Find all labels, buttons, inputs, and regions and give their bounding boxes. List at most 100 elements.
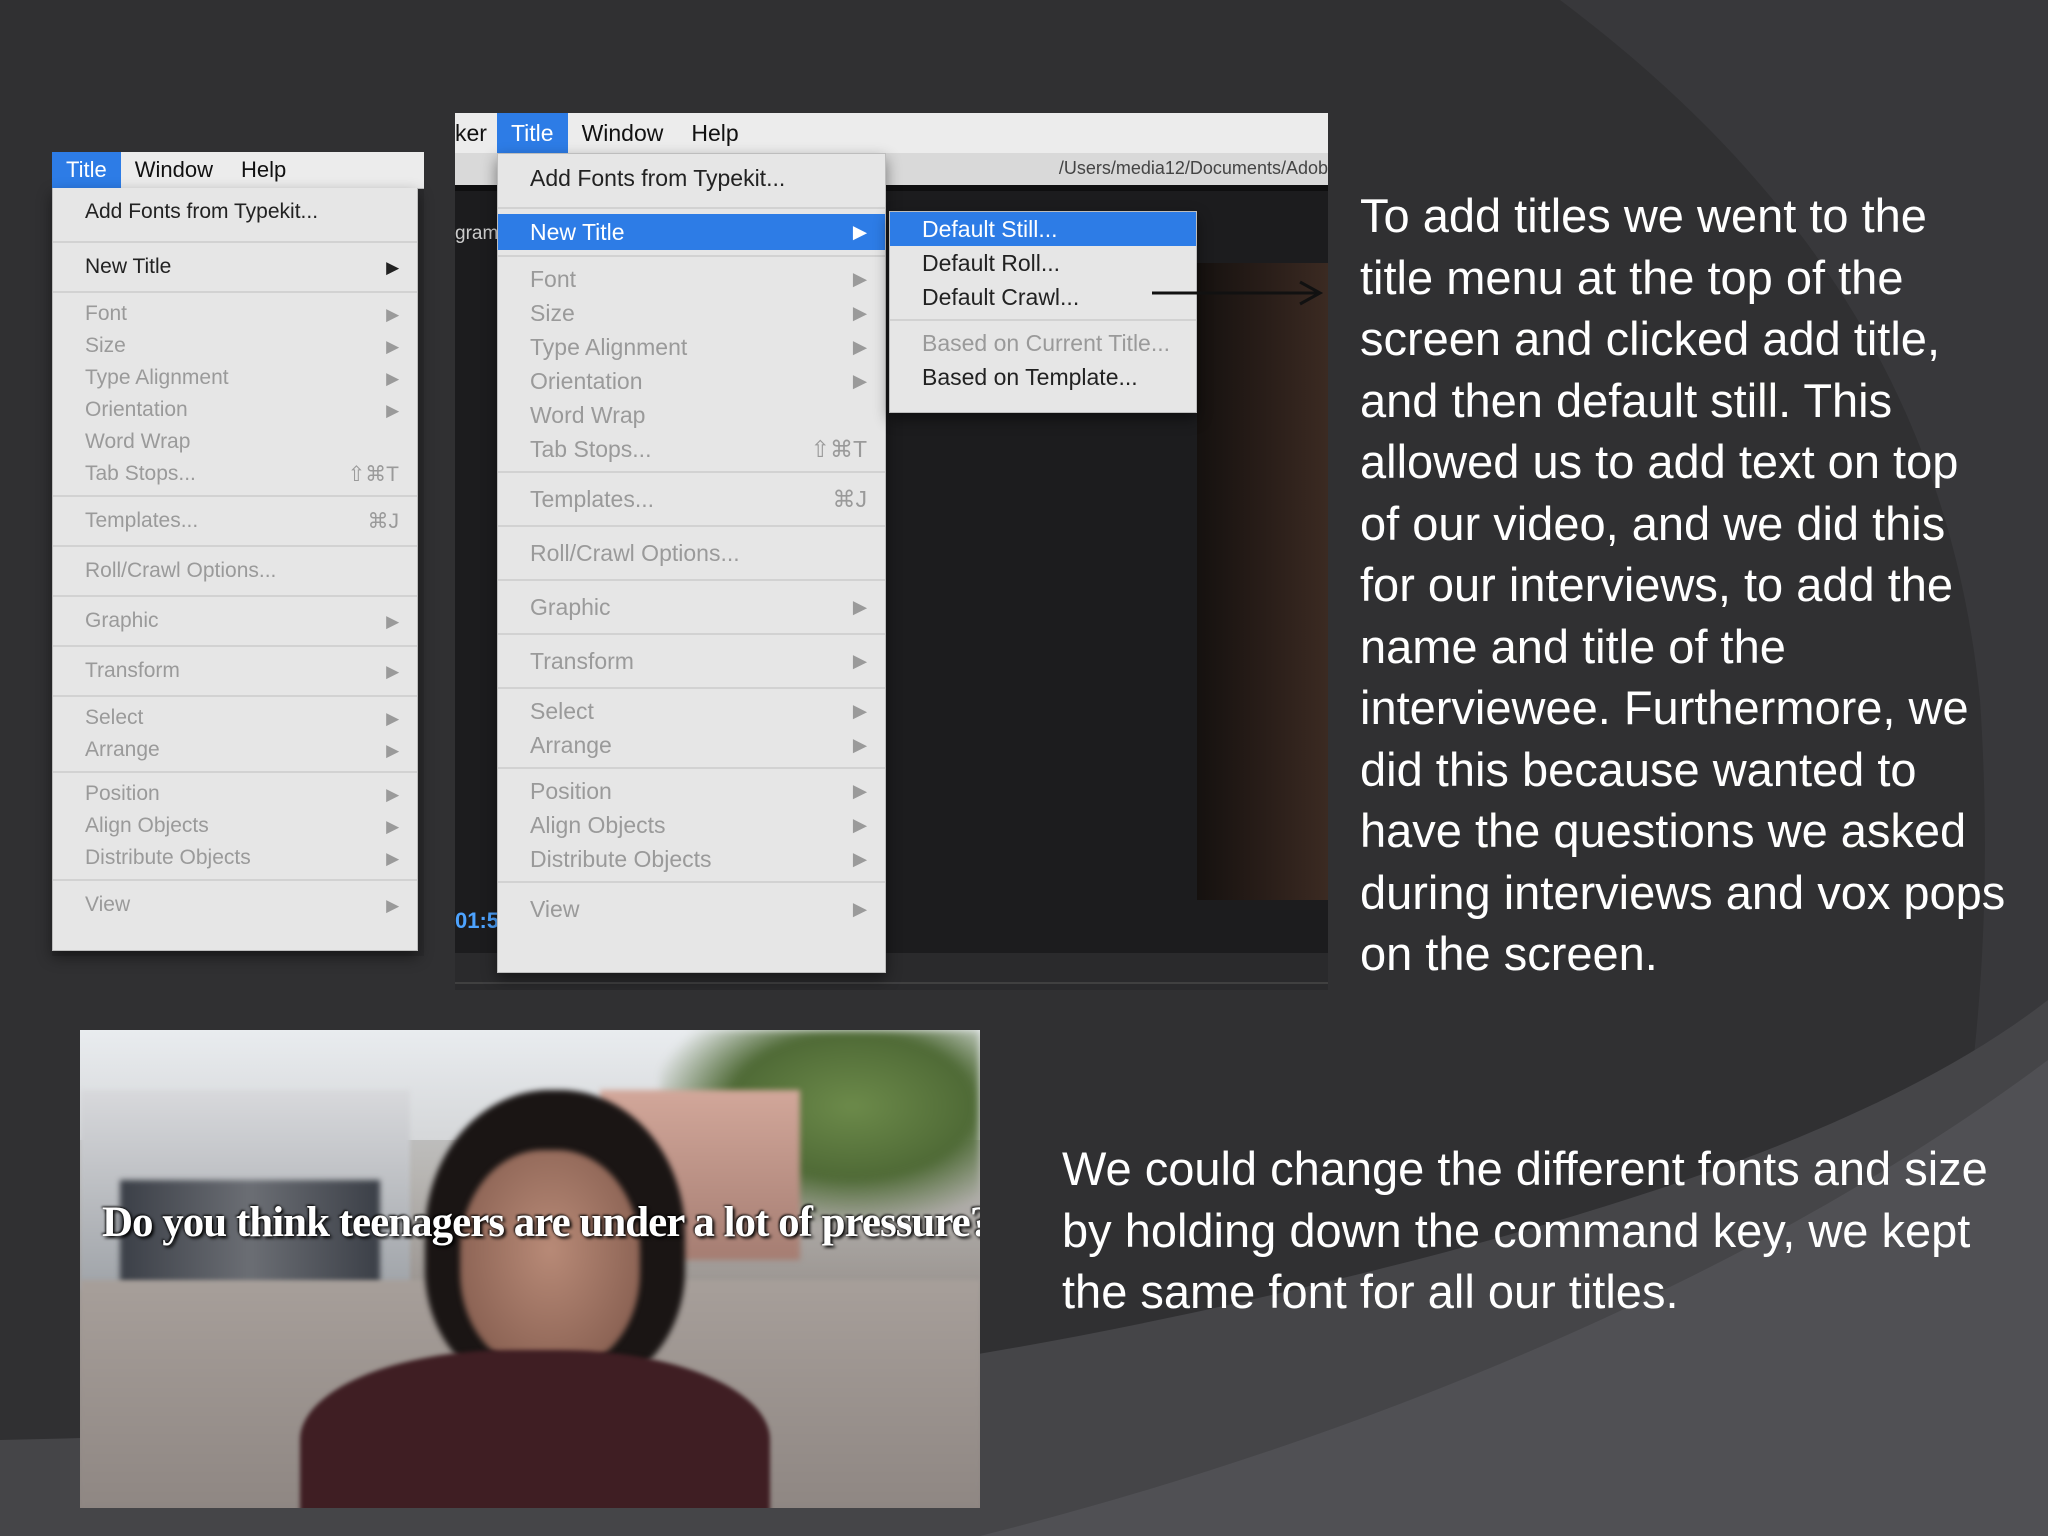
menu-item-distribute-objects[interactable]: Distribute Objects ▶	[53, 842, 417, 874]
separator	[498, 471, 885, 473]
menu-item-label: View	[85, 893, 131, 916]
menu-item-label: Default Still...	[922, 215, 1058, 242]
separator	[53, 879, 417, 881]
separator	[53, 241, 417, 243]
menu-item-word-wrap[interactable]: Word Wrap	[53, 426, 417, 458]
submenu-arrow-icon: ▶	[386, 740, 399, 760]
menu-item-label: View	[530, 895, 580, 922]
menu-item-templates[interactable]: Templates... ⌘J	[498, 478, 885, 520]
menu-title[interactable]: Title	[496, 113, 568, 153]
menu-item-align-objects[interactable]: Align Objects ▶	[498, 808, 885, 842]
video-frame-screenshot: Do you think teenagers are under a lot o…	[80, 1030, 980, 1508]
left-menu-screenshot: Title Window Help Add Fonts from Typekit…	[52, 152, 424, 956]
menu-item-label: Tab Stops...	[85, 462, 196, 485]
menu-item-roll-crawl[interactable]: Roll/Crawl Options...	[498, 532, 885, 574]
submenu-arrow-icon: ▶	[852, 302, 867, 323]
submenu-arrow-icon: ▶	[852, 650, 867, 671]
submenu-arrow-icon: ▶	[386, 336, 399, 356]
new-title-submenu: Default Still... Default Roll... Default…	[889, 211, 1197, 413]
menu-item-distribute-objects[interactable]: Distribute Objects ▶	[498, 842, 885, 876]
right-menubar: ker Title Window Help	[455, 113, 1328, 153]
menu-item-label: Roll/Crawl Options...	[530, 539, 740, 566]
separator	[53, 595, 417, 597]
menu-item-position[interactable]: Position ▶	[53, 778, 417, 810]
submenu-arrow-icon: ▶	[386, 368, 399, 388]
menu-item-arrange[interactable]: Arrange ▶	[498, 728, 885, 762]
menu-item-type-alignment[interactable]: Type Alignment ▶	[498, 330, 885, 364]
submenu-arrow-icon: ▶	[386, 611, 399, 631]
menu-item-roll-crawl[interactable]: Roll/Crawl Options...	[53, 552, 417, 590]
submenu-arrow-icon: ▶	[386, 708, 399, 728]
menu-item-orientation[interactable]: Orientation ▶	[498, 364, 885, 398]
pointer-arrow-icon	[1152, 280, 1324, 306]
separator	[53, 695, 417, 697]
submenu-arrow-icon: ▶	[386, 848, 399, 868]
menu-item-align-objects[interactable]: Align Objects ▶	[53, 810, 417, 842]
separator	[498, 255, 885, 257]
menu-item-word-wrap[interactable]: Word Wrap	[498, 398, 885, 432]
menu-item-based-on-template[interactable]: Based on Template...	[890, 360, 1196, 394]
menu-item-label: Type Alignment	[85, 366, 229, 389]
menu-item-label: Based on Template...	[922, 363, 1138, 390]
menu-item-select[interactable]: Select ▶	[53, 702, 417, 734]
menu-help[interactable]: Help	[227, 152, 300, 188]
menu-item-font[interactable]: Font ▶	[53, 298, 417, 330]
left-title-menu: Add Fonts from Typekit... New Title ▶ Fon…	[52, 188, 418, 951]
menu-item-size[interactable]: Size ▶	[498, 296, 885, 330]
menu-item-label: Word Wrap	[85, 430, 191, 453]
menu-item-label: Templates...	[530, 485, 654, 512]
menu-item-templates[interactable]: Templates... ⌘J	[53, 502, 417, 540]
menu-item-default-still[interactable]: Default Still...	[890, 212, 1196, 246]
menu-item-size[interactable]: Size ▶	[53, 330, 417, 362]
menu-item-transform[interactable]: Transform ▶	[498, 640, 885, 682]
menu-item-label: Size	[85, 334, 126, 357]
menu-item-add-fonts[interactable]: Add Fonts from Typekit...	[53, 188, 417, 236]
menu-item-label: Roll/Crawl Options...	[85, 559, 277, 582]
menu-item-add-fonts[interactable]: Add Fonts from Typekit...	[498, 154, 885, 202]
menu-item-label: Orientation	[530, 367, 643, 394]
menu-item-new-title[interactable]: New Title ▶	[53, 248, 417, 286]
menu-item-tab-stops[interactable]: Tab Stops... ⇧⌘T	[498, 432, 885, 466]
menu-item-graphic[interactable]: Graphic ▶	[498, 586, 885, 628]
submenu-arrow-icon: ▶	[852, 336, 867, 357]
menu-item-view[interactable]: View ▶	[53, 886, 417, 924]
submenu-arrow-icon: ▶	[852, 734, 867, 755]
menu-item-graphic[interactable]: Graphic ▶	[53, 602, 417, 640]
menu-title[interactable]: Title	[52, 152, 121, 188]
menu-item-label: Word Wrap	[530, 401, 646, 428]
menu-item-label: Font	[85, 302, 128, 325]
menu-marker[interactable]: ker	[455, 113, 497, 153]
menu-item-label: Tab Stops...	[530, 435, 652, 462]
separator	[498, 207, 885, 209]
menu-item-position[interactable]: Position ▶	[498, 774, 885, 808]
menu-item-default-roll[interactable]: Default Roll...	[890, 246, 1196, 280]
description-paragraph-1: To add titles we went to the title menu …	[1360, 189, 2006, 980]
menu-item-based-on-current[interactable]: Based on Current Title...	[890, 326, 1196, 360]
file-path: /Users/media12/Documents/Adob	[1058, 158, 1328, 178]
submenu-arrow-icon: ▶	[386, 784, 399, 804]
menu-item-arrange[interactable]: Arrange ▶	[53, 734, 417, 766]
menu-item-font[interactable]: Font ▶	[498, 262, 885, 296]
menu-item-type-alignment[interactable]: Type Alignment ▶	[53, 362, 417, 394]
submenu-arrow-icon: ▶	[386, 895, 399, 915]
separator	[498, 881, 885, 883]
menu-item-label: Position	[85, 782, 160, 805]
menu-item-new-title[interactable]: New Title ▶	[498, 214, 885, 250]
interviewee-body	[300, 1350, 770, 1508]
submenu-arrow-icon: ▶	[852, 848, 867, 869]
submenu-arrow-icon: ▶	[852, 268, 867, 289]
menu-item-select[interactable]: Select ▶	[498, 694, 885, 728]
menu-window[interactable]: Window	[121, 152, 227, 188]
menu-help[interactable]: Help	[677, 113, 752, 153]
separator	[53, 545, 417, 547]
menu-item-view[interactable]: View ▶	[498, 888, 885, 930]
menu-item-orientation[interactable]: Orientation ▶	[53, 394, 417, 426]
menu-item-label: Default Roll...	[922, 249, 1061, 276]
menu-item-label: Font	[530, 265, 577, 292]
panel-label-fragment: gram	[455, 223, 499, 244]
menu-item-tab-stops[interactable]: Tab Stops... ⇧⌘T	[53, 458, 417, 490]
menu-item-label: Arrange	[530, 731, 612, 758]
menu-item-label: Distribute Objects	[530, 845, 712, 872]
menu-item-transform[interactable]: Transform ▶	[53, 652, 417, 690]
menu-window[interactable]: Window	[568, 113, 678, 153]
